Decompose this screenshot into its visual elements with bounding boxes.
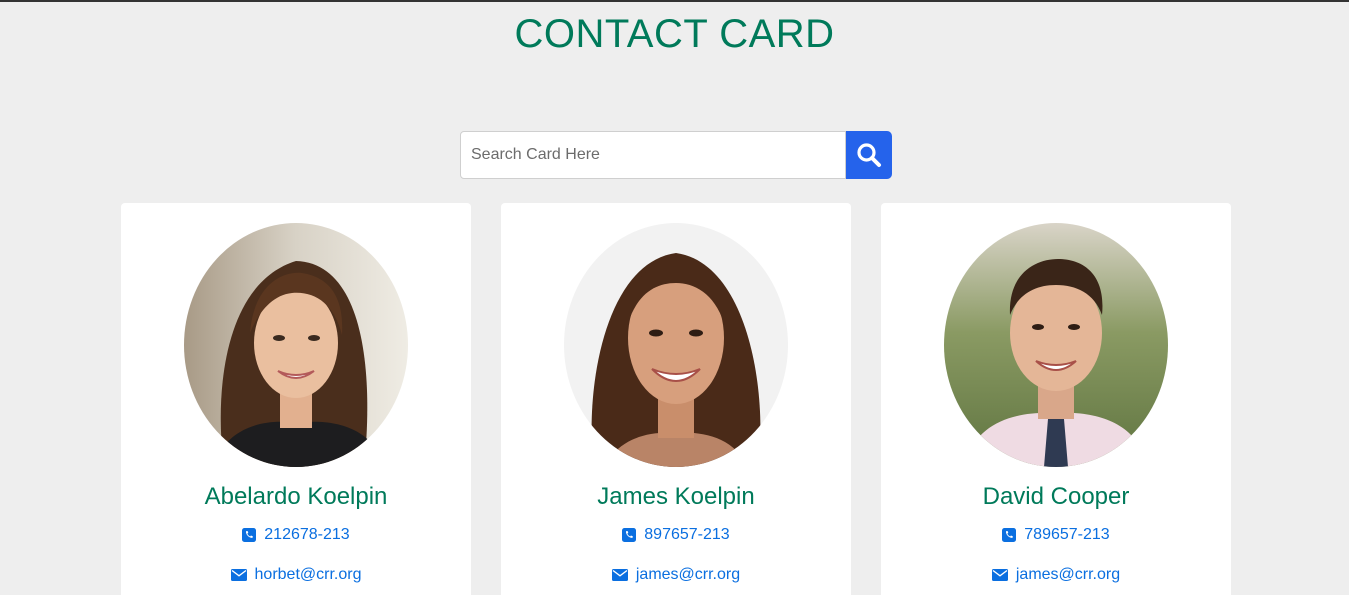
phone-icon: [242, 528, 257, 542]
search-icon: [857, 143, 881, 167]
phone-number[interactable]: 212678-213: [264, 525, 349, 545]
contact-card: James Koelpin 897657-213 james@crr.org: [501, 203, 851, 595]
contact-card: Abelardo Koelpin 212678-213 horbet@crr.o…: [121, 203, 471, 595]
search-button[interactable]: [846, 131, 892, 179]
avatar: [184, 223, 408, 467]
contact-name: David Cooper: [982, 483, 1130, 510]
email-address[interactable]: james@crr.org: [636, 565, 740, 585]
avatar: [944, 223, 1168, 467]
contact-phone[interactable]: 789657-213: [881, 525, 1231, 545]
contact-email[interactable]: james@crr.org: [501, 565, 851, 585]
email-address[interactable]: horbet@crr.org: [255, 565, 362, 585]
page-title: CONTACT CARD: [514, 12, 835, 56]
contact-card: David Cooper 789657-213 james@crr.org: [881, 203, 1231, 595]
contact-name: James Koelpin: [597, 483, 755, 510]
phone-number[interactable]: 789657-213: [1024, 525, 1109, 545]
phone-icon: [622, 528, 637, 542]
search-input[interactable]: [460, 131, 846, 179]
contact-name: Abelardo Koelpin: [204, 483, 388, 510]
avatar: [564, 223, 788, 467]
envelope-icon: [991, 569, 1008, 581]
envelope-icon: [230, 569, 247, 581]
search-bar: [460, 131, 892, 179]
envelope-icon: [611, 569, 628, 581]
contact-email[interactable]: james@crr.org: [881, 565, 1231, 585]
contact-phone[interactable]: 212678-213: [121, 525, 471, 545]
contact-email[interactable]: horbet@crr.org: [121, 565, 471, 585]
contact-phone[interactable]: 897657-213: [501, 525, 851, 545]
phone-icon: [1002, 528, 1017, 542]
contact-card-list: Abelardo Koelpin 212678-213 horbet@crr.o…: [121, 203, 1261, 595]
email-address[interactable]: james@crr.org: [1016, 565, 1120, 585]
phone-number[interactable]: 897657-213: [644, 525, 729, 545]
